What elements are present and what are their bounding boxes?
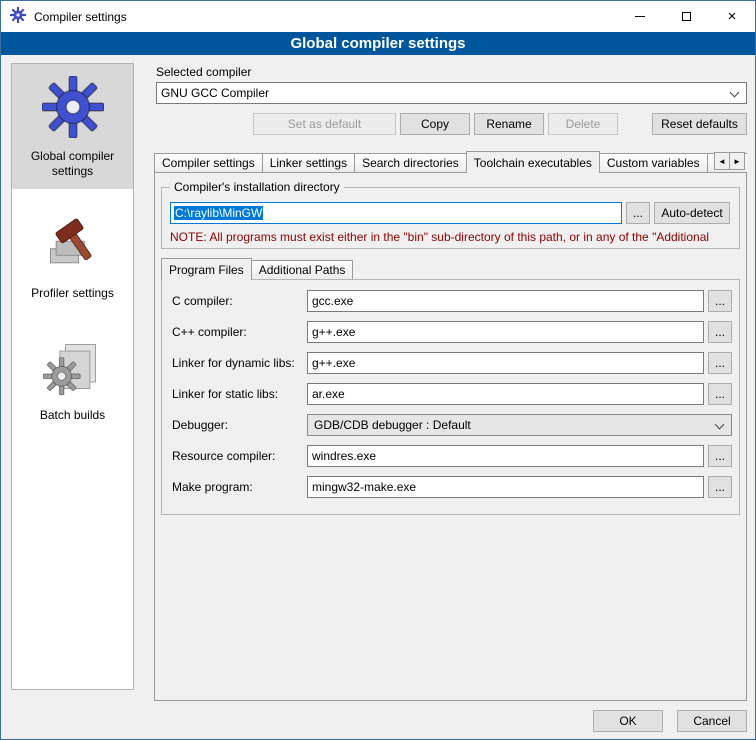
sidebar-item-label: Profiler settings <box>31 286 114 301</box>
installation-directory-group: Compiler's installation directory C:\ray… <box>161 187 740 249</box>
selected-compiler-label: Selected compiler <box>156 65 251 79</box>
debugger-combobox[interactable]: GDB/CDB debugger : Default <box>307 414 732 436</box>
sidebar-item-label: Batch builds <box>40 408 105 423</box>
field-label: C compiler: <box>172 294 307 308</box>
tab-toolchain-executables[interactable]: Toolchain executables <box>466 151 600 173</box>
minimize-button[interactable] <box>617 1 663 32</box>
field-row-resource-compiler: Resource compiler: windres.exe ... <box>172 445 732 467</box>
sidebar-item-global-compiler-settings[interactable]: Global compiler settings <box>12 64 133 189</box>
installation-directory-row: C:\raylib\MinGW ... Auto-detect <box>170 202 731 224</box>
minimize-icon <box>635 16 645 17</box>
browse-button[interactable]: ... <box>708 352 732 374</box>
field-label: Make program: <box>172 480 307 494</box>
profiler-tool-icon <box>43 215 103 278</box>
settings-tabbar: Compiler settings Linker settings Search… <box>154 151 747 173</box>
tab-linker-settings[interactable]: Linker settings <box>262 153 355 172</box>
c-compiler-input[interactable]: gcc.exe <box>307 290 704 312</box>
tab-scroll-right-button[interactable]: ► <box>729 152 745 170</box>
note-text: NOTE: All programs must exist either in … <box>170 230 739 244</box>
reset-defaults-button[interactable]: Reset defaults <box>652 113 747 135</box>
tab-program-files[interactable]: Program Files <box>161 258 252 280</box>
browse-button[interactable]: ... <box>708 321 732 343</box>
tab-compiler-settings[interactable]: Compiler settings <box>154 153 263 172</box>
field-label: Debugger: <box>172 418 307 432</box>
field-label: C++ compiler: <box>172 325 307 339</box>
debugger-value: GDB/CDB debugger : Default <box>314 418 471 432</box>
field-row-debugger: Debugger: GDB/CDB debugger : Default <box>172 414 732 436</box>
gray-gear-stack-icon <box>43 337 103 400</box>
installation-directory-legend: Compiler's installation directory <box>170 180 344 194</box>
cancel-button[interactable]: Cancel <box>677 710 747 732</box>
chevron-down-icon <box>730 88 740 98</box>
browse-button[interactable]: ... <box>708 383 732 405</box>
maximize-icon <box>682 12 691 21</box>
field-row-linker-static: Linker for static libs: ar.exe ... <box>172 383 732 405</box>
compiler-action-buttons: Set as default Copy Rename Delete Reset … <box>156 113 747 135</box>
app-icon <box>10 7 26 26</box>
browse-directory-button[interactable]: ... <box>626 202 650 224</box>
program-files-panel: C compiler: gcc.exe ... C++ compiler: g+… <box>161 279 740 515</box>
field-row-cpp-compiler: C++ compiler: g++.exe ... <box>172 321 732 343</box>
selected-compiler-value: GNU GCC Compiler <box>161 86 269 100</box>
tab-search-directories[interactable]: Search directories <box>354 153 467 172</box>
field-row-c-compiler: C compiler: gcc.exe ... <box>172 290 732 312</box>
ok-button[interactable]: OK <box>593 710 663 732</box>
selected-compiler-combobox[interactable]: GNU GCC Compiler <box>156 82 747 104</box>
installation-directory-value: C:\raylib\MinGW <box>174 206 263 220</box>
program-files-tabbar: Program Files Additional Paths <box>161 258 352 280</box>
window-title: Compiler settings <box>34 10 127 24</box>
tab-scroll-left-button[interactable]: ◄ <box>714 152 730 170</box>
field-label: Resource compiler: <box>172 449 307 463</box>
installation-directory-input[interactable]: C:\raylib\MinGW <box>170 202 622 224</box>
tab-custom-variables[interactable]: Custom variables <box>599 153 708 172</box>
titlebar: Compiler settings × <box>1 1 755 32</box>
delete-button: Delete <box>548 113 618 135</box>
sidebar-item-label: Global compiler settings <box>14 149 131 179</box>
resource-compiler-input[interactable]: windres.exe <box>307 445 704 467</box>
browse-button[interactable]: ... <box>708 445 732 467</box>
field-label: Linker for dynamic libs: <box>172 356 307 370</box>
chevron-down-icon <box>715 420 725 430</box>
blue-gear-icon <box>42 76 104 141</box>
tab-scroll-buttons: ◄ ► <box>715 152 745 170</box>
page-title: Global compiler settings <box>1 32 755 55</box>
field-label: Linker for static libs: <box>172 387 307 401</box>
rename-button[interactable]: Rename <box>474 113 544 135</box>
field-row-linker-dynamic: Linker for dynamic libs: g++.exe ... <box>172 352 732 374</box>
browse-button[interactable]: ... <box>708 476 732 498</box>
sidebar-item-profiler-settings[interactable]: Profiler settings <box>12 203 133 311</box>
make-program-input[interactable]: mingw32-make.exe <box>307 476 704 498</box>
close-button[interactable]: × <box>709 1 755 32</box>
cpp-compiler-input[interactable]: g++.exe <box>307 321 704 343</box>
sidebar-item-batch-builds[interactable]: Batch builds <box>12 325 133 433</box>
caption-buttons: × <box>617 1 755 32</box>
maximize-button[interactable] <box>663 1 709 32</box>
settings-category-list: Global compiler settings Profiler settin… <box>11 63 134 690</box>
auto-detect-button[interactable]: Auto-detect <box>654 202 730 224</box>
field-row-make-program: Make program: mingw32-make.exe ... <box>172 476 732 498</box>
tab-additional-paths[interactable]: Additional Paths <box>251 260 354 279</box>
set-as-default-button: Set as default <box>253 113 396 135</box>
browse-button[interactable]: ... <box>708 290 732 312</box>
compiler-settings-window: Compiler settings × Global compiler sett… <box>0 0 756 740</box>
linker-dynamic-input[interactable]: g++.exe <box>307 352 704 374</box>
linker-static-input[interactable]: ar.exe <box>307 383 704 405</box>
copy-button[interactable]: Copy <box>400 113 470 135</box>
